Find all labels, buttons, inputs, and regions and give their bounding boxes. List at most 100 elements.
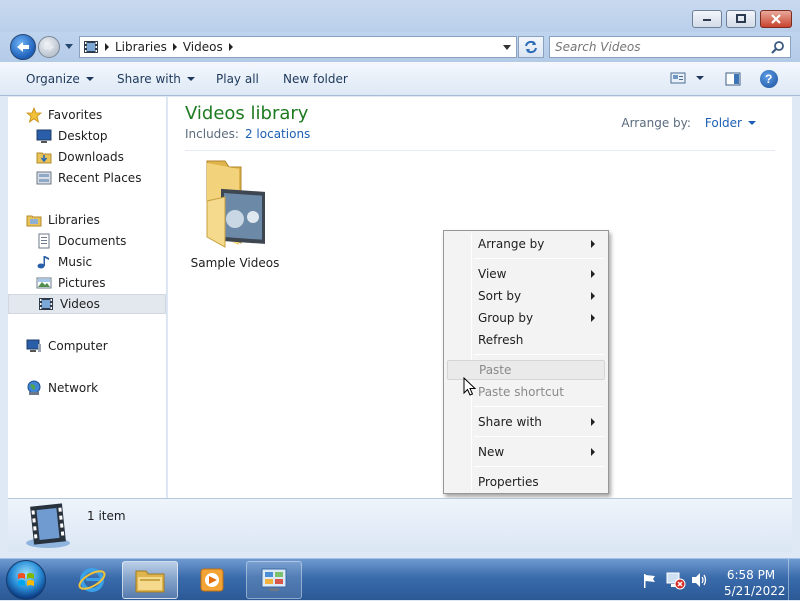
chevron-down-icon[interactable] (696, 76, 704, 80)
folder-item[interactable]: Sample Videos (190, 157, 280, 270)
start-button[interactable] (6, 560, 46, 600)
desktop-icon (36, 128, 52, 144)
close-button[interactable] (760, 10, 792, 28)
nav-item-documents[interactable]: Documents (36, 231, 166, 251)
nav-item-libraries[interactable]: Libraries (26, 210, 166, 230)
documents-icon (36, 233, 52, 249)
nav-item-label: Downloads (58, 150, 124, 164)
search-icon[interactable] (770, 40, 786, 56)
submenu-arrow-icon (591, 448, 595, 456)
new-folder-button[interactable]: New folder (283, 72, 348, 86)
divider (185, 150, 775, 151)
nav-item-label: Network (48, 381, 99, 395)
taskbar-windows-explorer[interactable] (122, 561, 178, 599)
volume-icon[interactable] (691, 572, 709, 588)
address-bar[interactable]: Libraries Videos (79, 36, 517, 58)
breadcrumb-chevron-icon[interactable] (228, 43, 233, 51)
star-icon (26, 107, 42, 123)
clock-date: 5/21/2022 (724, 584, 786, 598)
menu-item-refresh[interactable]: Refresh (447, 330, 605, 350)
nav-item-favorites[interactable]: Favorites (26, 105, 166, 125)
action-center-flag-icon[interactable] (642, 573, 658, 589)
item-count: 1 item (87, 509, 126, 523)
submenu-arrow-icon (591, 270, 595, 278)
search-input[interactable] (553, 38, 765, 56)
arrange-by-dropdown[interactable]: Folder (705, 116, 756, 130)
arrow-left-icon (17, 42, 29, 52)
refresh-button[interactable] (518, 36, 544, 58)
locations-link[interactable]: 2 locations (245, 127, 310, 141)
play-all-button[interactable]: Play all (216, 72, 259, 86)
nav-item-downloads[interactable]: Downloads (36, 147, 166, 167)
organize-button[interactable]: Organize (26, 72, 94, 86)
menu-item-group-by[interactable]: Group by (447, 308, 605, 328)
breadcrumb-libraries[interactable]: Libraries (115, 40, 167, 54)
submenu-arrow-icon (591, 292, 595, 300)
film-strip-icon (38, 296, 54, 312)
videos-library-large-icon (26, 503, 70, 548)
taskbar-internet-explorer[interactable] (64, 561, 120, 599)
command-bar: Organize Share with Play all New folder … (0, 62, 800, 96)
taskbar-media-player[interactable] (184, 561, 240, 599)
preview-pane-button[interactable] (725, 71, 741, 90)
menu-item-properties[interactable]: Properties (447, 472, 605, 492)
menu-item-label: Paste shortcut (478, 385, 564, 399)
help-button[interactable]: ? (760, 70, 778, 88)
navigation-pane: Favorites Desktop Downloads Recent Place… (8, 97, 167, 498)
menu-separator (474, 354, 604, 355)
taskbar-control-panel[interactable] (246, 561, 302, 599)
nav-item-videos[interactable]: Videos (8, 294, 166, 314)
menu-item-label: Group by (478, 311, 534, 325)
folder-label: Sample Videos (190, 256, 280, 270)
recent-places-icon (36, 170, 52, 186)
videos-library-icon (84, 41, 98, 53)
nav-item-music[interactable]: Music (36, 252, 166, 272)
arrow-right-icon (44, 43, 54, 51)
back-button[interactable] (10, 34, 36, 60)
share-with-button[interactable]: Share with (117, 72, 195, 86)
minimize-icon (703, 19, 711, 21)
library-title: Videos library (185, 103, 309, 124)
system-clock[interactable]: 6:58 PM 5/21/2022 (724, 567, 786, 599)
nav-item-desktop[interactable]: Desktop (36, 126, 166, 146)
show-desktop-button[interactable] (788, 559, 800, 601)
nav-item-network[interactable]: Network (26, 378, 166, 398)
menu-item-view[interactable]: View (447, 264, 605, 284)
arrange-by-value: Folder (704, 116, 742, 130)
maximize-button[interactable] (726, 10, 756, 28)
nav-item-recent-places[interactable]: Recent Places (36, 168, 166, 188)
search-box[interactable] (549, 36, 791, 58)
forward-button[interactable] (38, 36, 60, 58)
recent-pages-dropdown[interactable] (65, 44, 73, 49)
nav-item-computer[interactable]: Computer (26, 336, 166, 356)
nav-item-label: Favorites (48, 108, 103, 122)
change-view-button[interactable] (670, 71, 704, 85)
share-with-label: Share with (117, 72, 181, 86)
nav-item-label: Pictures (58, 276, 106, 290)
network-warning-icon[interactable] (666, 572, 686, 590)
organize-label: Organize (26, 72, 80, 86)
preview-pane-icon (725, 72, 741, 86)
menu-item-sort-by[interactable]: Sort by (447, 286, 605, 306)
nav-item-label: Music (58, 255, 93, 269)
control-panel-icon (261, 568, 287, 591)
menu-item-arrange-by[interactable]: Arrange by (447, 234, 605, 254)
minimize-button[interactable] (692, 10, 722, 28)
maximize-icon (736, 14, 746, 23)
menu-item-share-with[interactable]: Share with (447, 412, 605, 432)
pictures-icon (36, 275, 52, 291)
downloads-folder-icon (36, 149, 52, 165)
title-bar (0, 0, 800, 32)
close-icon (771, 14, 781, 24)
clock-time: 6:58 PM (726, 568, 776, 582)
breadcrumb-chevron-icon[interactable] (105, 43, 109, 51)
nav-item-pictures[interactable]: Pictures (36, 273, 166, 293)
submenu-arrow-icon (591, 418, 595, 426)
address-history-dropdown[interactable] (503, 45, 511, 50)
submenu-arrow-icon (591, 314, 595, 322)
menu-separator (474, 436, 604, 437)
library-includes: Includes: 2 locations (185, 127, 310, 141)
menu-item-new[interactable]: New (447, 442, 605, 462)
breadcrumb-chevron-icon[interactable] (172, 43, 177, 51)
breadcrumb-videos[interactable]: Videos (183, 40, 223, 54)
